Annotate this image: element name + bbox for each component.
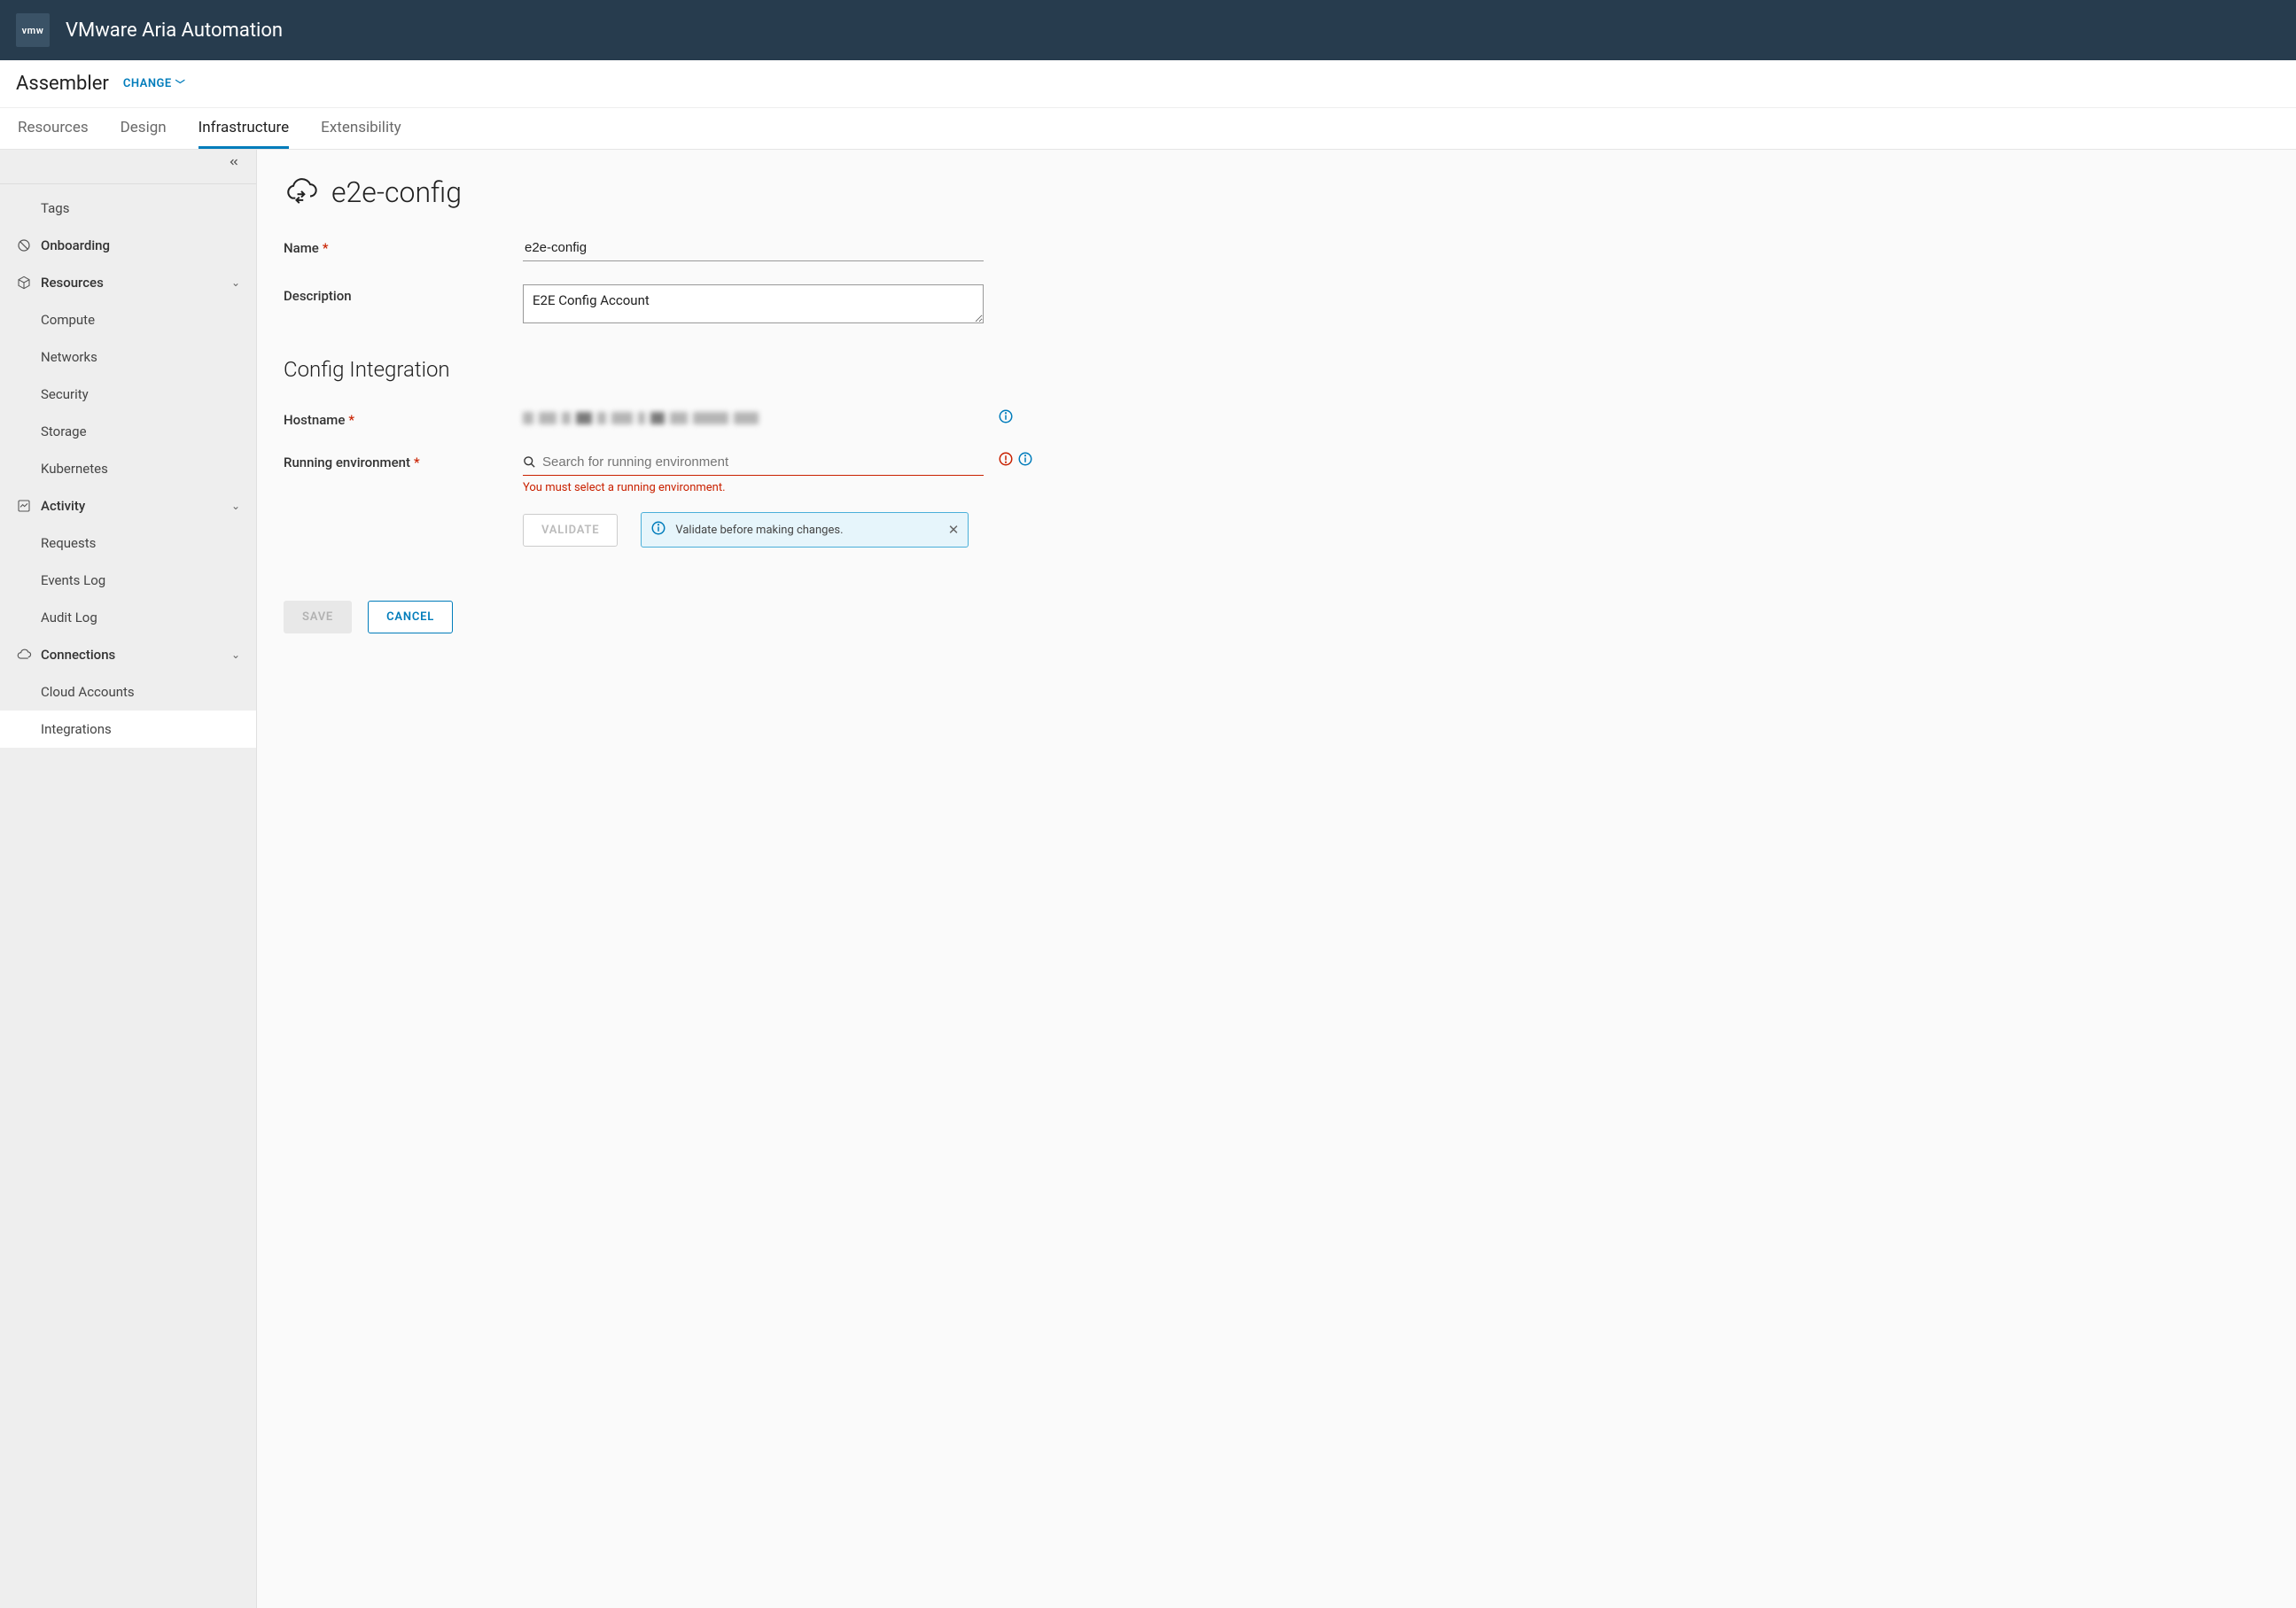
- main-content: e2e-config Name* Description E2E Config …: [257, 150, 2296, 1608]
- sidebar-group-resources[interactable]: Resources ⌄: [0, 264, 256, 301]
- module-bar: Assembler CHANGE ﹀: [0, 60, 2296, 108]
- save-button: SAVE: [284, 601, 352, 633]
- vmware-logo: vmw: [16, 13, 50, 47]
- form-footer: SAVE CANCEL: [284, 601, 2269, 633]
- sidebar-item-storage[interactable]: Storage: [0, 413, 256, 450]
- alert-text: Validate before making changes.: [675, 524, 843, 537]
- sidebar-item-tags[interactable]: Tags: [0, 190, 256, 227]
- info-icon[interactable]: [998, 408, 1014, 424]
- target-icon: [16, 237, 32, 253]
- sidebar-item-security[interactable]: Security: [0, 376, 256, 413]
- validate-row: VALIDATE Validate before making changes.…: [523, 512, 984, 548]
- cloud-integration-icon: [284, 175, 319, 210]
- module-name: Assembler: [16, 73, 109, 95]
- required-indicator: *: [323, 240, 329, 256]
- label-hostname: Hostname*: [284, 408, 523, 428]
- app-header: vmw VMware Aria Automation: [0, 0, 2296, 60]
- product-name: VMware Aria Automation: [66, 19, 283, 42]
- chart-icon: [16, 498, 32, 514]
- form-row-running-environment: Running environment* You must select a r…: [284, 451, 2269, 548]
- chevron-down-icon: ⌄: [231, 649, 240, 661]
- sidebar-collapse-button[interactable]: [0, 150, 256, 178]
- chevron-down-icon: ﹀: [175, 77, 186, 91]
- info-icon[interactable]: [1017, 451, 1033, 467]
- label-running-environment: Running environment*: [284, 451, 523, 470]
- sidebar: Tags Onboarding Resources ⌄ Compute Netw…: [0, 150, 257, 1608]
- label-name: Name*: [284, 237, 523, 256]
- sidebar-item-kubernetes[interactable]: Kubernetes: [0, 450, 256, 487]
- form-row-name: Name*: [284, 237, 2269, 261]
- tab-design[interactable]: Design: [121, 108, 167, 149]
- required-indicator: *: [348, 412, 354, 428]
- change-module-button[interactable]: CHANGE ﹀: [123, 77, 185, 91]
- close-icon[interactable]: ✕: [948, 522, 960, 538]
- sidebar-group-activity[interactable]: Activity ⌄: [0, 487, 256, 524]
- chevron-down-icon: ⌄: [231, 500, 240, 512]
- tab-infrastructure[interactable]: Infrastructure: [198, 108, 290, 149]
- label-description: Description: [284, 284, 523, 304]
- name-input[interactable]: [523, 237, 984, 261]
- sidebar-item-integrations[interactable]: Integrations: [0, 711, 256, 748]
- change-label: CHANGE: [123, 77, 172, 90]
- info-icon: [650, 520, 666, 540]
- sidebar-item-audit-log[interactable]: Audit Log: [0, 599, 256, 636]
- chevron-down-icon: ⌄: [231, 276, 240, 289]
- search-icon: [523, 455, 536, 472]
- cube-icon: [16, 275, 32, 291]
- hostname-value-redacted: [523, 408, 984, 428]
- section-heading-config-integration: Config Integration: [284, 357, 2269, 382]
- sidebar-item-label: Activity: [41, 498, 85, 514]
- sidebar-item-events-log[interactable]: Events Log: [0, 562, 256, 599]
- sidebar-item-label: Onboarding: [41, 237, 110, 253]
- sidebar-group-connections[interactable]: Connections ⌄: [0, 636, 256, 673]
- page-title: e2e-config: [331, 175, 462, 209]
- vmware-logo-text: vmw: [22, 25, 44, 36]
- chevron-left-double-icon: [228, 156, 240, 172]
- form-row-description: Description E2E Config Account: [284, 284, 2269, 327]
- page-heading: e2e-config: [284, 175, 2269, 210]
- sidebar-item-cloud-accounts[interactable]: Cloud Accounts: [0, 673, 256, 711]
- description-textarea[interactable]: E2E Config Account: [523, 284, 984, 323]
- validate-info-alert: Validate before making changes. ✕: [641, 512, 969, 548]
- sidebar-item-networks[interactable]: Networks: [0, 338, 256, 376]
- running-environment-error: You must select a running environment.: [523, 481, 984, 494]
- sidebar-item-compute[interactable]: Compute: [0, 301, 256, 338]
- sidebar-item-label: Connections: [41, 647, 115, 663]
- running-environment-search-input[interactable]: [523, 451, 984, 476]
- sidebar-item-label: Tags: [41, 200, 69, 216]
- sidebar-item-requests[interactable]: Requests: [0, 524, 256, 562]
- cloud-icon: [16, 647, 32, 663]
- main-tabs: Resources Design Infrastructure Extensib…: [0, 108, 2296, 150]
- validate-button: VALIDATE: [523, 514, 618, 547]
- error-icon[interactable]: [998, 451, 1014, 467]
- required-indicator: *: [414, 454, 420, 470]
- tab-extensibility[interactable]: Extensibility: [321, 108, 401, 149]
- divider: [0, 183, 256, 184]
- form-row-hostname: Hostname*: [284, 408, 2269, 428]
- cancel-button[interactable]: CANCEL: [368, 601, 453, 633]
- sidebar-group-onboarding[interactable]: Onboarding: [0, 227, 256, 264]
- tab-resources[interactable]: Resources: [18, 108, 89, 149]
- sidebar-item-label: Resources: [41, 275, 104, 291]
